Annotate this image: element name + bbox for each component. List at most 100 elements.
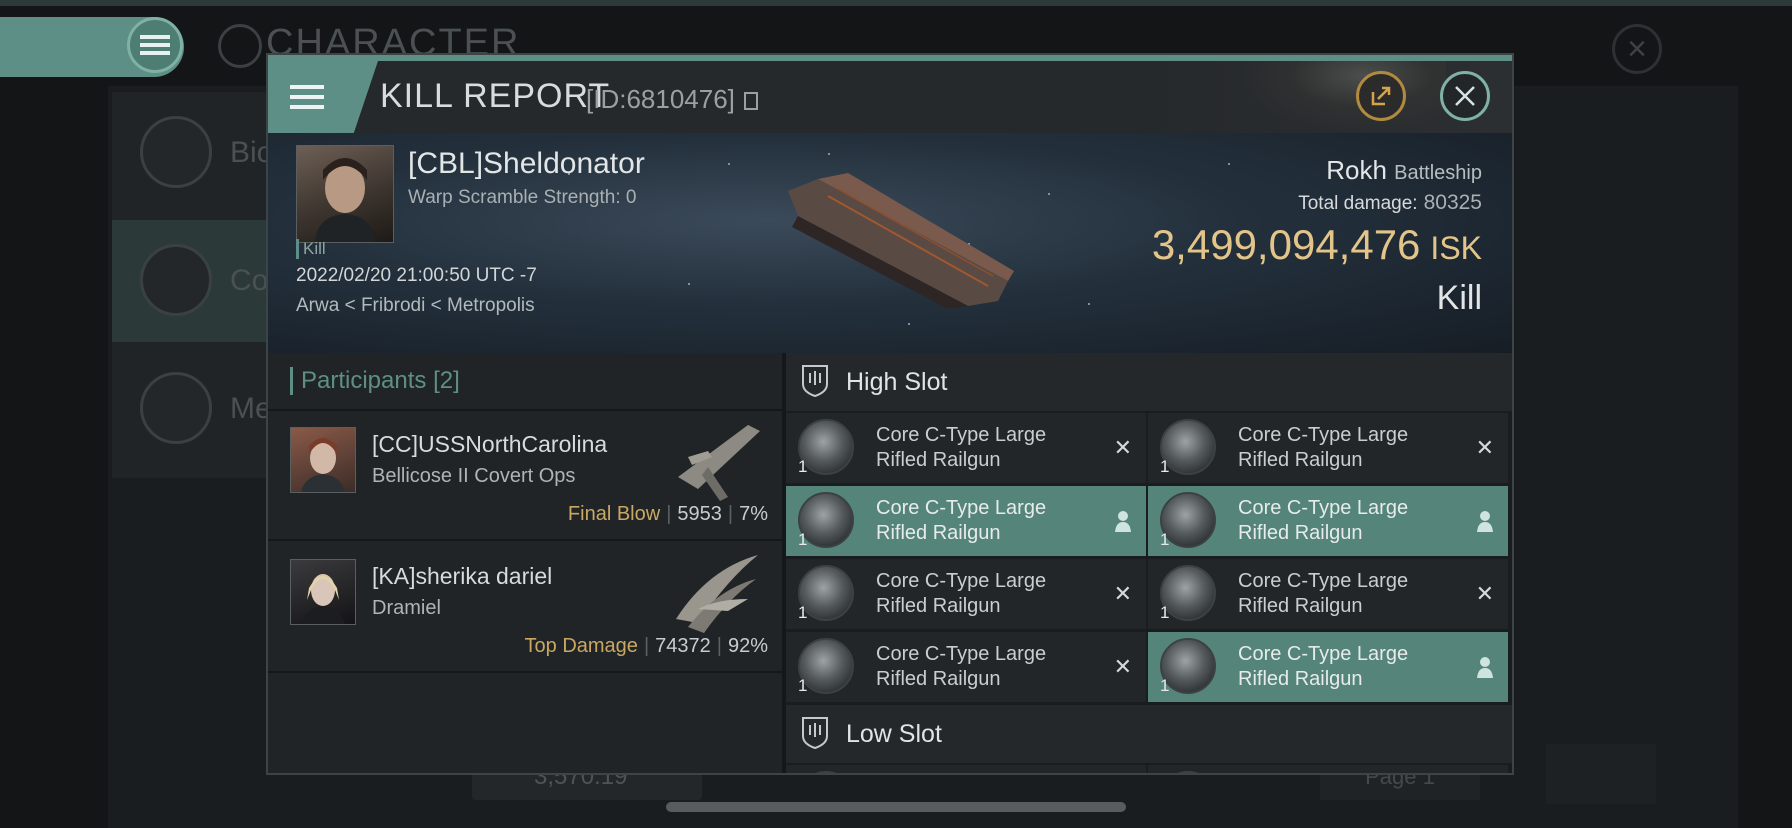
item-name: Core C-Type Large Rifled Railgun (1238, 497, 1409, 544)
copy-icon[interactable] (744, 92, 759, 110)
character-icon (218, 24, 262, 68)
participant-name[interactable]: [CC]USSNorthCarolina (372, 431, 607, 458)
module-icon (798, 771, 854, 773)
item-quantity: 1 (798, 457, 808, 476)
kill-timestamp: 2022/02/20 21:00:50 UTC -7 (296, 265, 537, 286)
participant-percent: 92% (727, 635, 768, 657)
participants-panel: Participants [2] [CC]USSNorthCarolina Be… (268, 353, 786, 773)
horizontal-scrollbar[interactable] (666, 802, 1126, 812)
share-icon (1371, 86, 1391, 106)
participant-ship: Dramiel (372, 597, 441, 619)
participant-ship-image (676, 555, 758, 633)
dropped-person-icon (1477, 657, 1493, 678)
item-name: Core C-Type Large Rifled Railgun (876, 424, 1047, 471)
participants-title: Participants [2] (290, 367, 460, 395)
star-icon (140, 372, 212, 444)
main-menu-icon[interactable] (127, 17, 183, 73)
victim-portrait[interactable] (296, 145, 394, 243)
header-decoration (1236, 61, 1446, 133)
module-item[interactable]: 1 Core C-Type Large Rifled Railgun (1148, 486, 1508, 556)
close-button[interactable] (1440, 71, 1490, 121)
victim-ship-image[interactable] (778, 161, 1018, 311)
module-item[interactable]: 1 Core C-Type Large Rifled Railgun ✕ (786, 632, 1146, 702)
hamburger-icon (290, 85, 324, 109)
isk-amount: 3,499,094,476 (1151, 221, 1421, 268)
item-name: Core C-Type Large Rifled Railgun (1238, 424, 1409, 471)
ship-class: Battleship (1394, 162, 1482, 184)
participant-ship-image (678, 425, 760, 501)
warp-scramble-strength: Warp Scramble Strength: 0 (408, 187, 637, 208)
fitting-panel: High Slot 1 Core C-Type Large Rifled Rai… (786, 353, 1512, 773)
module-item[interactable]: 1 Core C-Type Large Rifled Railgun ✕ (786, 413, 1146, 483)
item-quantity: 1 (798, 676, 808, 695)
module-item[interactable] (1148, 765, 1508, 773)
low-slot-title: Low Slot (846, 720, 942, 748)
module-item[interactable]: 1 Core C-Type Large Rifled Railgun ✕ (786, 559, 1146, 629)
filter-icon[interactable] (1546, 744, 1656, 804)
participant-avatar[interactable] (290, 427, 356, 493)
module-item[interactable]: 1 Core C-Type Large Rifled Railgun (786, 486, 1146, 556)
module-icon (1160, 771, 1216, 773)
module-item[interactable]: 1 Core C-Type Large Rifled Railgun (1148, 632, 1508, 702)
ship-name[interactable]: Rokh Battleship (1326, 155, 1482, 186)
total-damage-value: 80325 (1423, 191, 1482, 214)
module-item[interactable] (786, 765, 1146, 773)
high-slot-header: High Slot (786, 353, 1512, 411)
menu-icon (140, 116, 212, 188)
item-name: Core C-Type Large Rifled Railgun (1238, 570, 1409, 617)
item-quantity: 1 (1160, 603, 1170, 622)
module-item[interactable]: 1 Core C-Type Large Rifled Railgun ✕ (1148, 559, 1508, 629)
victim-name[interactable]: [CBL]Sheldonator (408, 147, 645, 181)
participants-header: Participants [2] (268, 353, 782, 411)
item-name: Core C-Type Large Rifled Railgun (876, 570, 1047, 617)
total-damage: Total damage: 80325 (1298, 191, 1482, 215)
close-icon (1455, 86, 1475, 106)
item-quantity: 1 (1160, 676, 1170, 695)
isk-value: 3,499,094,476 ISK (1152, 221, 1482, 269)
participant-stats: Top Damage | 74372 | 92% (524, 635, 768, 657)
module-item[interactable]: 1 Core C-Type Large Rifled Railgun ✕ (1148, 413, 1508, 483)
participant-percent: 7% (739, 503, 768, 525)
item-quantity: 1 (798, 530, 808, 549)
participant-row[interactable]: [CC]USSNorthCarolina Bellicose II Covert… (268, 409, 782, 541)
participant-stats: Final Blow | 5953 | 7% (567, 503, 768, 525)
item-name: Core C-Type Large Rifled Railgun (1238, 643, 1409, 690)
participant-ship: Bellicose II Covert Ops (372, 465, 576, 487)
kill-tag: Kill (296, 239, 326, 259)
top-edge (0, 0, 1792, 6)
participant-name[interactable]: [KA]sherika dariel (372, 563, 552, 590)
sidebar-item-combat[interactable]: Co (112, 220, 282, 342)
participant-row[interactable]: [KA]sherika dariel Dramiel Top Damage | 74… (268, 541, 782, 673)
total-damage-label: Total damage: (1298, 193, 1418, 214)
isk-unit: ISK (1430, 230, 1482, 266)
destroyed-icon: ✕ (1113, 654, 1132, 679)
background-close-icon[interactable]: × (1612, 24, 1662, 74)
item-name: Core C-Type Large Rifled Railgun (876, 643, 1047, 690)
kill-location: Arwa < Fribrodi < Metropolis (296, 295, 535, 316)
low-slot-icon (802, 717, 828, 750)
high-slot-icon (802, 365, 828, 398)
participant-damage: 5953 (677, 503, 722, 525)
report-id[interactable]: [ID:6810476] (586, 84, 759, 115)
crossed-swords-icon (140, 244, 212, 316)
dropped-person-icon (1477, 511, 1493, 532)
sidebar-item-medals[interactable]: Me (112, 348, 282, 470)
ship-type: Rokh (1326, 155, 1387, 185)
final-blow-tag: Final Blow (567, 503, 661, 525)
sidebar-item-label: Co (230, 264, 269, 297)
participants-label: Participants (301, 367, 427, 394)
dropped-person-icon (1115, 511, 1131, 532)
top-damage-tag: Top Damage (524, 635, 638, 657)
sidebar-item-bio[interactable]: Bio (112, 92, 282, 214)
destroyed-icon: ✕ (1113, 581, 1132, 606)
participant-avatar[interactable] (290, 559, 356, 625)
destroyed-icon: ✕ (1475, 581, 1494, 606)
destroyed-icon: ✕ (1475, 435, 1494, 460)
item-quantity: 1 (1160, 457, 1170, 476)
share-button[interactable] (1356, 71, 1406, 121)
item-name: Core C-Type Large Rifled Railgun (876, 497, 1047, 544)
kill-result-label: Kill (1436, 279, 1482, 317)
participant-damage: 74372 (655, 635, 711, 657)
low-slot-header: Low Slot (786, 705, 1512, 763)
kill-report-dialog: KILL REPORT [ID:6810476] [CBL]Sheldonato… (266, 53, 1514, 775)
